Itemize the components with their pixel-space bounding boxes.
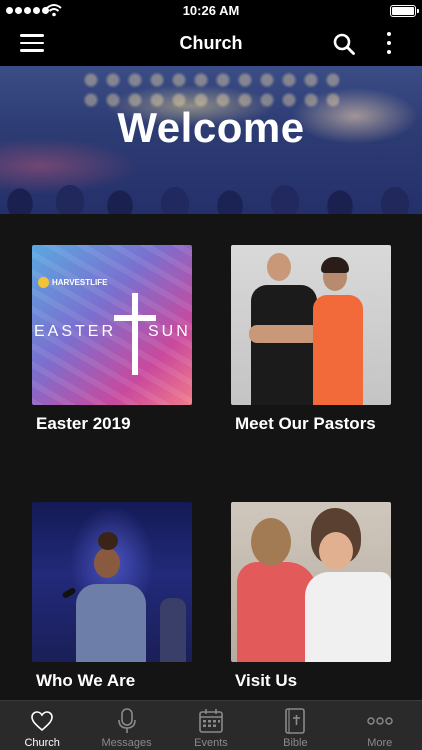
crowd-decoration — [0, 144, 422, 214]
status-time: 10:26 AM — [182, 3, 240, 18]
tile-label: Easter 2019 — [36, 414, 131, 433]
tile-meet-our-pastors[interactable]: Meet Our Pastors — [231, 245, 391, 433]
visit-photo — [231, 502, 391, 662]
heart-icon — [31, 711, 53, 732]
nav-bar: Church — [0, 22, 422, 66]
tab-bar: Church Messages Events Bible More — [0, 700, 422, 750]
tab-label: Events — [194, 737, 228, 749]
content-grid: HARVESTLIFE EASTER SUN Easter 2019 Meet … — [0, 214, 422, 700]
vertical-dots-icon[interactable] — [382, 32, 396, 58]
tile-label: Visit Us — [235, 671, 298, 690]
search-icon[interactable] — [332, 32, 356, 56]
tile-label: Meet Our Pastors — [235, 414, 376, 433]
tab-label: Bible — [283, 737, 308, 749]
pastors-photo — [231, 245, 391, 405]
tab-more[interactable]: More — [338, 701, 422, 750]
harvestlife-logo: HARVESTLIFE — [38, 277, 107, 288]
tab-label: Messages — [101, 737, 152, 749]
logo-icon — [38, 277, 49, 288]
status-bar: 10:26 AM — [0, 0, 422, 22]
microphone-decoration — [61, 586, 77, 600]
tab-events[interactable]: Events — [169, 701, 253, 750]
tile-visit-us[interactable]: Visit Us — [231, 502, 391, 690]
easter-word: EASTER — [34, 323, 117, 340]
tab-messages[interactable]: Messages — [84, 701, 168, 750]
tile-label: Who We Are — [36, 671, 136, 690]
horizontal-dots-icon — [367, 717, 393, 725]
tab-bible[interactable]: Bible — [253, 701, 337, 750]
tab-label: More — [367, 737, 393, 749]
page-title: Church — [179, 33, 243, 53]
calendar-icon — [199, 709, 223, 733]
tile-who-we-are[interactable]: Who We Are — [32, 502, 192, 690]
bible-book-icon — [285, 708, 306, 734]
tab-church[interactable]: Church — [0, 701, 84, 750]
easter-image: HARVESTLIFE EASTER SUN — [32, 245, 192, 405]
tab-label: Church — [24, 737, 60, 749]
logo-text: HARVESTLIFE — [52, 278, 108, 287]
welcome-banner: Welcome — [0, 66, 422, 214]
battery-icon — [390, 5, 419, 17]
tile-easter-2019[interactable]: HARVESTLIFE EASTER SUN Easter 2019 — [32, 245, 192, 433]
sun-word: SUN — [148, 323, 191, 340]
welcome-title: Welcome — [117, 104, 305, 151]
cross-icon — [132, 293, 138, 375]
worship-photo — [32, 502, 192, 662]
microphone-icon — [117, 708, 136, 733]
